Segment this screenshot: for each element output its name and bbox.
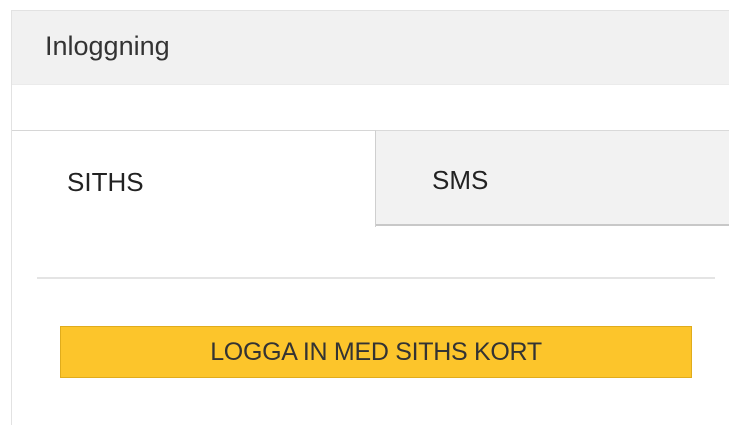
tab-sms[interactable]: SMS <box>376 130 729 226</box>
login-panel: Inloggning SITHS SMS LOGGA IN MED SITHS … <box>11 10 729 425</box>
login-method-tabs: SITHS SMS <box>12 130 729 227</box>
tab-sms-label: SMS <box>432 165 489 195</box>
content-divider <box>37 277 715 279</box>
tab-siths-label: SITHS <box>67 167 144 197</box>
panel-title: Inloggning <box>45 31 170 61</box>
tab-siths[interactable]: SITHS <box>12 130 376 227</box>
siths-card-login-button[interactable]: LOGGA IN MED SITHS KORT <box>60 326 692 378</box>
panel-header: Inloggning <box>12 11 729 85</box>
